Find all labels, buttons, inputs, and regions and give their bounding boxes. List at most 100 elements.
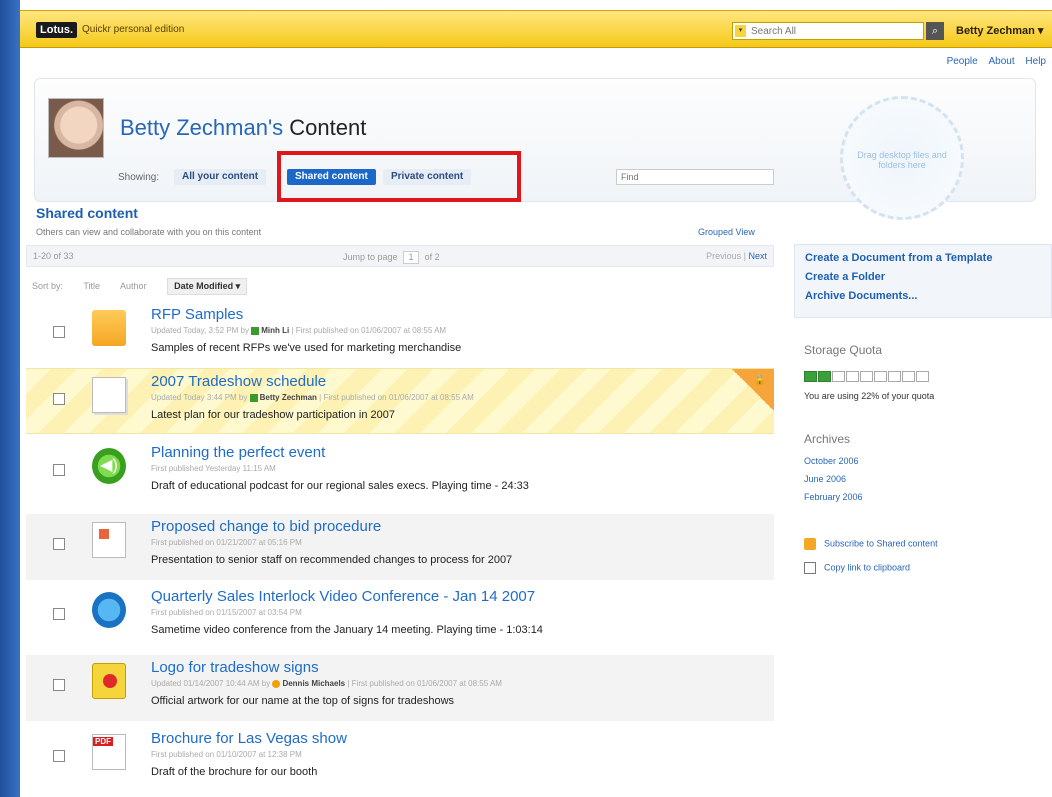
archive-february-2006[interactable]: February 2006 [804,492,863,502]
quota-segment [846,371,859,382]
pager-previous[interactable]: Previous [706,251,741,261]
list-item[interactable]: ◀) Planning the perfect event First publ… [26,440,774,506]
sort-title[interactable]: Title [83,281,100,291]
row-title[interactable]: Brochure for Las Vegas show [151,730,347,747]
row-author[interactable]: Dennis Michaels [282,679,345,688]
row-meta: Updated 01/14/2007 10:44 AM by Dennis Mi… [151,679,502,688]
list-item[interactable]: Brochure for Las Vegas show First publis… [26,726,774,792]
sort-date-modified-dropdown[interactable]: Date Modified ▾ [167,278,248,295]
clipboard-icon [804,562,816,574]
pager-count: 1-20 of 33 [33,251,74,261]
annotation-highlight-box [277,151,521,202]
locked-corner-icon: 🔒 [732,369,774,411]
row-meta-suffix: | First published on 01/06/2007 at 08:55… [316,393,474,402]
row-meta-prefix: Updated 01/14/2007 10:44 AM by [151,679,273,688]
row-title[interactable]: Planning the perfect event [151,444,325,461]
list-item[interactable]: RFP Samples Updated Today, 3:52 PM by Mi… [26,302,774,368]
row-description: Sametime video conference from the Janua… [151,624,543,636]
row-description: Draft of educational podcast for our reg… [151,480,529,492]
row-meta: First published on 01/15/2007 at 03:54 P… [151,608,302,617]
row-meta-suffix: | First published on 01/06/2007 at 08:55… [289,326,447,335]
section-description: Others can view and collaborate with you… [36,227,262,237]
list-item[interactable]: Quarterly Sales Interlock Video Conferen… [26,584,774,650]
video-icon[interactable] [92,592,126,628]
list-item[interactable]: Proposed change to bid procedure First p… [26,514,774,580]
create-folder-link[interactable]: Create a Folder [805,271,1051,283]
pager-jump: Jump to page 1 of 2 [343,251,440,264]
sort-label: Sort by: [32,281,64,291]
quota-segment [888,371,901,382]
search-button[interactable]: ⌕ [926,22,944,40]
copy-link[interactable]: Copy link to clipboard [804,562,910,574]
row-author[interactable]: Betty Zechman [260,393,317,402]
sound-icon[interactable]: ◀) [92,448,126,484]
row-checkbox[interactable] [53,750,65,762]
lotus-logo: Lotus. [36,22,77,38]
archive-october-2006[interactable]: October 2006 [804,456,859,466]
grouped-view-link[interactable]: Grouped View [698,227,755,237]
create-document-from-template-link[interactable]: Create a Document from a Template [805,252,1051,264]
image-icon[interactable] [92,663,126,699]
quota-segment [874,371,887,382]
quota-segment [818,371,831,382]
user-menu[interactable]: Betty Zechman ▾ [956,24,1043,37]
list-item[interactable]: 2007 Tradeshow schedule Updated Today 3:… [26,368,774,434]
lock-icon: 🔒 [753,375,766,386]
row-title[interactable]: Logo for tradeshow signs [151,659,319,676]
row-meta: First published on 01/10/2007 at 12:38 P… [151,750,302,759]
search-input[interactable] [751,24,921,38]
presentation-icon[interactable] [92,522,126,558]
row-description: Presentation to senior staff on recommen… [151,554,513,566]
row-checkbox[interactable] [53,393,65,405]
row-title[interactable]: Quarterly Sales Interlock Video Conferen… [151,588,535,605]
page-title-suffix: Content [283,115,367,140]
quota-segment [832,371,845,382]
row-description: Official artwork for our name at the top… [151,695,455,707]
archive-june-2006[interactable]: June 2006 [804,474,846,484]
pager-jump-label: Jump to page [343,251,398,262]
search-box[interactable]: ▾ [732,22,924,40]
pager-page-total: of 2 [424,251,440,262]
row-checkbox[interactable] [53,538,65,550]
subscribe-label[interactable]: Subscribe to Shared content [824,538,938,548]
list-item[interactable]: Logo for tradeshow signs Updated 01/14/2… [26,655,774,721]
row-title[interactable]: Proposed change to bid procedure [151,518,381,535]
people-link[interactable]: People [947,56,978,67]
row-title[interactable]: RFP Samples [151,306,243,323]
help-link[interactable]: Help [1025,56,1046,67]
sort-bar: Sort by: Title Author Date Modified ▾ [32,278,265,295]
subscribe-link[interactable]: Subscribe to Shared content [804,538,938,550]
row-description: Latest plan for our tradeshow participat… [151,409,395,421]
archive-documents-link[interactable]: Archive Documents... [805,290,1051,302]
row-meta-prefix: Updated Today, 3:52 PM by [151,326,252,335]
about-link[interactable]: About [989,56,1015,67]
search-scope-dropdown-icon[interactable]: ▾ [735,25,746,37]
folder-icon[interactable] [92,310,126,346]
row-checkbox[interactable] [53,326,65,338]
pager-page-input[interactable]: 1 [403,251,420,264]
sort-author[interactable]: Author [120,281,147,291]
row-meta-suffix: | First published on 01/06/2007 at 08:55… [345,679,502,688]
section-title: Shared content [36,205,138,221]
quota-segment [902,371,915,382]
row-meta: Updated Today, 3:52 PM by Minh Li | Firs… [151,326,446,335]
user-status-icon [251,326,260,335]
row-checkbox[interactable] [53,679,65,691]
row-checkbox[interactable] [53,464,65,476]
pager-next[interactable]: Next [748,251,767,261]
window-left-edge [0,0,20,797]
document-icon[interactable] [92,377,126,413]
row-meta: First published on 01/21/2007 at 05:16 P… [151,538,302,547]
copy-link-label[interactable]: Copy link to clipboard [824,562,910,572]
row-author[interactable]: Minh Li [261,326,289,335]
pdf-icon[interactable] [92,734,126,770]
side-actions: Create a Document from a Template Create… [794,244,1052,318]
page-title-owner[interactable]: Betty Zechman's [120,115,283,140]
row-description: Draft of the brochure for our booth [151,766,318,778]
row-checkbox[interactable] [53,608,65,620]
row-title[interactable]: 2007 Tradeshow schedule [151,373,326,390]
archives-title: Archives [804,432,851,446]
find-input[interactable] [616,169,774,185]
page-title: Betty Zechman's Content [120,115,366,141]
filter-all-content[interactable]: All your content [174,169,267,185]
